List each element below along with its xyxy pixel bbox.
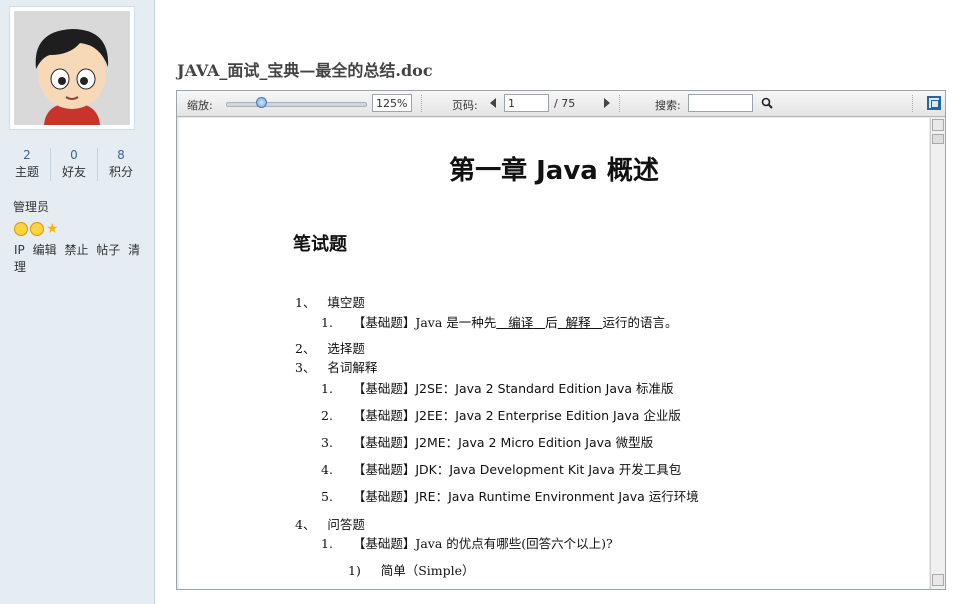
scroll-up-icon[interactable]	[932, 119, 944, 131]
item-number: 1、	[295, 295, 316, 310]
item-number: 1.	[321, 536, 333, 551]
list-item: 4、 问答题	[295, 514, 365, 533]
item-number: 1.	[321, 315, 333, 330]
chapter-title: 第一章 Java 概述	[449, 156, 659, 186]
zoom-label: 缩放:	[187, 99, 213, 112]
zoom-slider[interactable]	[226, 102, 367, 107]
search-icon[interactable]	[761, 97, 773, 109]
blank-answer-2: 解释	[558, 315, 603, 330]
item-number: 4.	[321, 462, 333, 477]
item-text: 【基础题】J2SE：Java 2 Standard Edition Java 标…	[352, 381, 674, 396]
item-text-pre: 【基础题】Java 是一种先	[352, 315, 497, 330]
stat-points[interactable]: 8 积分	[98, 148, 144, 181]
fullscreen-icon[interactable]	[927, 96, 941, 110]
stat-friends-label: 好友	[61, 165, 86, 179]
user-sidebar: 2 主题 0 好友 8 积分 管理员 ★ IP 编辑 禁止 帖子 清理	[0, 0, 155, 604]
scrollbar-thumb[interactable]	[932, 134, 944, 144]
item-text-post: 运行的语言。	[602, 315, 678, 330]
cartoon-boy-icon	[14, 11, 130, 125]
document-viewer: 缩放: 125% 页码: 1 / 75 搜索: 第一章 Java 概述 笔试题 …	[176, 90, 946, 590]
search-input[interactable]	[688, 94, 753, 112]
list-item: 1. 【基础题】J2SE：Java 2 Standard Edition Jav…	[321, 378, 674, 397]
document-title: JAVA_面试_宝典—最全的总结.doc	[177, 61, 433, 80]
blank-answer-1-text: 编译	[508, 315, 534, 330]
search-label: 搜索:	[655, 99, 681, 112]
toolbar-divider	[421, 95, 423, 112]
user-stats: 2 主题 0 好友 8 积分	[4, 148, 144, 181]
item-text: 选择题	[327, 341, 365, 356]
toolbar-divider	[912, 95, 914, 112]
smiley-icon	[14, 222, 28, 236]
stat-topics-label: 主题	[14, 165, 39, 179]
list-item: 5. 【基础题】JRE：Java Runtime Environment Jav…	[321, 486, 699, 505]
item-number: 4、	[295, 517, 316, 532]
list-item: 2. 【基础题】J2EE：Java 2 Enterprise Edition J…	[321, 405, 681, 424]
stat-points-label: 积分	[108, 165, 133, 179]
item-text: 简单（Simple）	[380, 563, 475, 578]
item-text: 名词解释	[327, 360, 378, 375]
list-item: 1. 【基础题】Java 的优点有哪些(回答六个以上)?	[321, 533, 613, 552]
admin-link-edit[interactable]: 编辑	[33, 243, 57, 257]
list-item: 3. 【基础题】J2ME：Java 2 Micro Edition Java 微…	[321, 432, 653, 451]
list-item: 2、 选择题	[295, 338, 365, 357]
item-text: 【基础题】J2ME：Java 2 Micro Edition Java 微型版	[352, 435, 654, 450]
item-number: 1)	[348, 563, 361, 578]
item-number: 1.	[321, 381, 333, 396]
page-number-input[interactable]: 1	[504, 94, 549, 112]
stat-friends-count: 0	[70, 148, 78, 162]
item-text-mid: 后	[545, 315, 558, 330]
item-text: 【基础题】JDK：Java Development Kit Java 开发工具包	[352, 462, 682, 477]
item-text: 【基础题】Java 的优点有哪些(回答六个以上)?	[352, 536, 613, 551]
avatar-image	[14, 11, 130, 125]
list-item: 1) 简单（Simple）	[348, 560, 475, 579]
blank-answer-2-text: 解释	[565, 315, 591, 330]
stat-topics[interactable]: 2 主题	[4, 148, 51, 181]
item-number: 2、	[295, 341, 316, 356]
item-number: 2.	[321, 408, 333, 423]
page-label: 页码:	[452, 99, 478, 112]
stat-points-count: 8	[117, 148, 125, 162]
admin-link-posts[interactable]: 帖子	[96, 243, 120, 257]
page-total: / 75	[554, 97, 576, 110]
list-item: 4. 【基础题】JDK：Java Development Kit Java 开发…	[321, 459, 681, 478]
next-page-icon[interactable]	[604, 98, 610, 108]
scroll-down-icon[interactable]	[932, 574, 944, 586]
item-text: 【基础题】JRE：Java Runtime Environment Java 运…	[352, 489, 699, 504]
item-number: 5.	[321, 489, 333, 504]
item-number: 3、	[295, 360, 316, 375]
item-text: 填空题	[327, 295, 365, 310]
blank-answer-1: 编译	[496, 315, 545, 330]
item-text: 【基础题】J2EE：Java 2 Enterprise Edition Java…	[352, 408, 681, 423]
document-page: 第一章 Java 概述 笔试题 1、 填空题 1. 【基础题】Java 是一种先…	[179, 118, 929, 589]
stat-topics-count: 2	[23, 148, 31, 162]
section-title: 笔试题	[293, 234, 347, 255]
toolbar-divider	[619, 95, 621, 112]
star-icon: ★	[46, 221, 59, 237]
item-number: 3.	[321, 435, 333, 450]
list-item: 1. 【基础题】Java 是一种先 编译 后 解释 运行的语言。	[321, 312, 678, 331]
rank-icons: ★	[14, 222, 60, 236]
vertical-scrollbar[interactable]	[930, 118, 945, 589]
admin-links: IP 编辑 禁止 帖子 清理	[14, 241, 154, 275]
item-text: 问答题	[327, 517, 365, 532]
user-group[interactable]: 管理员	[13, 198, 49, 215]
admin-link-ban[interactable]: 禁止	[64, 243, 88, 257]
admin-link-ip[interactable]: IP	[14, 243, 25, 257]
list-item: 1、 填空题	[295, 292, 365, 311]
zoom-value[interactable]: 125%	[372, 94, 412, 112]
smiley-icon	[30, 222, 44, 236]
zoom-slider-handle[interactable]	[255, 97, 267, 108]
viewer-toolbar: 缩放: 125% 页码: 1 / 75 搜索:	[177, 91, 945, 117]
stat-friends[interactable]: 0 好友	[51, 148, 98, 181]
list-item: 3、 名词解释	[295, 357, 377, 376]
prev-page-icon[interactable]	[490, 98, 496, 108]
avatar[interactable]	[9, 6, 135, 130]
